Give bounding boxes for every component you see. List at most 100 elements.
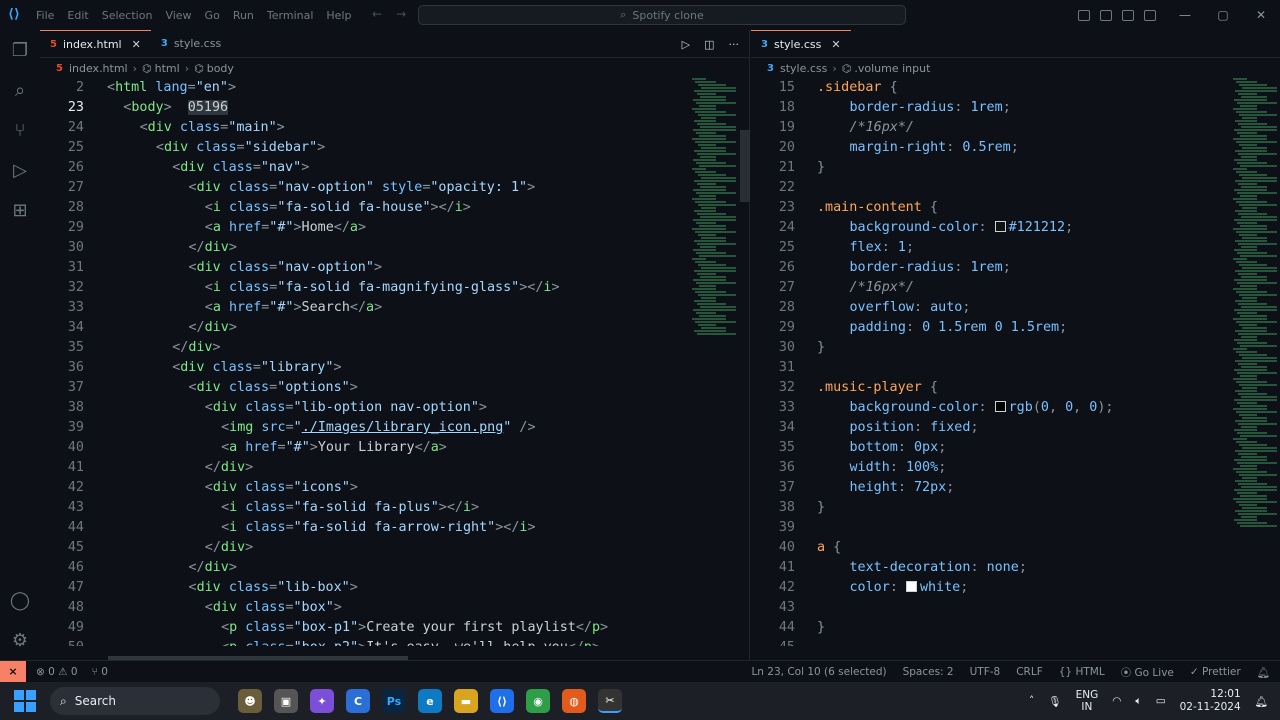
- code-line[interactable]: 34 position: fixed;: [751, 418, 1280, 438]
- code-line[interactable]: 29 <a href="#">Home</a>: [40, 218, 749, 238]
- code-line[interactable]: 20 margin-right: 0.5rem;: [751, 138, 1280, 158]
- menu-run[interactable]: Run: [233, 9, 254, 22]
- code-line[interactable]: 43: [751, 598, 1280, 618]
- file-explorer-icon[interactable]: ▬: [454, 689, 478, 713]
- notifications-bell-icon[interactable]: 🔔︎: [1257, 666, 1270, 679]
- code-line[interactable]: 18 border-radius: 1rem;: [751, 98, 1280, 118]
- code-line[interactable]: 40 <a href="#">Your Library</a>: [40, 438, 749, 458]
- code-line[interactable]: 24 background-color: #121212;: [751, 218, 1280, 238]
- code-line[interactable]: 28 <i class="fa-solid fa-house"></i>: [40, 198, 749, 218]
- breadcrumb-item[interactable]: body: [207, 62, 234, 75]
- minimap-left[interactable]: [692, 78, 740, 338]
- close-tab-icon[interactable]: ✕: [831, 38, 840, 51]
- run-debug-icon[interactable]: ▷: [0, 150, 40, 190]
- code-line[interactable]: 31: [751, 358, 1280, 378]
- menu-edit[interactable]: Edit: [67, 9, 88, 22]
- forward-arrow-icon[interactable]: →: [396, 7, 406, 21]
- copilot-icon[interactable]: ✦: [310, 689, 334, 713]
- source-control-icon[interactable]: ⑂: [0, 110, 40, 150]
- menu-view[interactable]: View: [165, 9, 191, 22]
- account-icon[interactable]: ◯: [0, 580, 40, 620]
- microphone-icon[interactable]: 🎙︎: [1048, 695, 1061, 708]
- code-line[interactable]: 47 <div class="lib-box">: [40, 578, 749, 598]
- widgets-icon[interactable]: ☻: [238, 689, 262, 713]
- minimap-right[interactable]: [1233, 78, 1280, 527]
- code-line[interactable]: 30 </div>: [40, 238, 749, 258]
- code-line[interactable]: 35 bottom: 0px;: [751, 438, 1280, 458]
- code-line[interactable]: 2 <html lang="en">: [40, 78, 749, 98]
- code-line[interactable]: 39 <img src="./Images/library_icon.png" /…: [40, 418, 749, 438]
- breadcrumb-item[interactable]: html: [155, 62, 180, 75]
- vscode-taskbar-icon[interactable]: ⟨⟩: [490, 689, 514, 713]
- code-line[interactable]: 21}: [751, 158, 1280, 178]
- customize-layout-icon[interactable]: [1144, 9, 1156, 21]
- code-line[interactable]: 23 .main-content {: [751, 198, 1280, 218]
- code-editor-html[interactable]: 2 <html lang="en"> 23 <body> 05196 24 <div cl…: [40, 78, 749, 646]
- minimize-button[interactable]: —: [1166, 8, 1204, 22]
- code-line[interactable]: 30}: [751, 338, 1280, 358]
- volume-icon[interactable]: 🔈︎: [1135, 695, 1141, 708]
- indentation[interactable]: Spaces: 2: [903, 666, 954, 678]
- code-editor-css[interactable]: 15 .sidebar {18 border-radius: 1rem; 19 /*16…: [751, 78, 1280, 646]
- search-icon[interactable]: ⌕: [0, 70, 40, 110]
- tab-style-css[interactable]: 3 style.css ✕: [751, 30, 851, 57]
- code-line[interactable]: 37 <div class="options">: [40, 378, 749, 398]
- code-line[interactable]: 45 </div>: [40, 538, 749, 558]
- code-line[interactable]: 27 <div class="nav-option" style="opacity…: [40, 178, 749, 198]
- wifi-icon[interactable]: ◠: [1112, 695, 1121, 707]
- code-line[interactable]: 25 <div class="sidebar">: [40, 138, 749, 158]
- close-window-button[interactable]: ✕: [1242, 8, 1280, 22]
- code-line[interactable]: 34 </div>: [40, 318, 749, 338]
- problems-indicator[interactable]: ⊗ 0 ⚠ 0: [36, 666, 78, 678]
- encoding[interactable]: UTF-8: [970, 666, 1001, 678]
- chrome-icon[interactable]: ◉: [526, 689, 550, 713]
- code-line[interactable]: 42 color: white;: [751, 578, 1280, 598]
- code-line[interactable]: 32 .music-player {: [751, 378, 1280, 398]
- snipping-tool-icon[interactable]: ✂: [598, 689, 622, 713]
- toggle-primary-sidebar-icon[interactable]: [1078, 9, 1090, 21]
- code-line[interactable]: 19 /*16px*/: [751, 118, 1280, 138]
- remote-indicator-icon[interactable]: ⨯: [0, 660, 26, 683]
- notification-center-icon[interactable]: 🔔︎: [1255, 695, 1268, 708]
- code-line[interactable]: 46 </div>: [40, 558, 749, 578]
- tab-index-html[interactable]: 5 index.html ✕: [40, 30, 151, 57]
- more-actions-icon[interactable]: ···: [729, 38, 740, 51]
- back-arrow-icon[interactable]: ←: [372, 7, 382, 21]
- run-icon[interactable]: ▷: [682, 38, 690, 51]
- code-line[interactable]: 22: [751, 178, 1280, 198]
- code-line[interactable]: 26 <div class="nav">: [40, 158, 749, 178]
- code-line[interactable]: 28 overflow: auto;: [751, 298, 1280, 318]
- toggle-panel-icon[interactable]: [1100, 9, 1112, 21]
- windows-start-icon[interactable]: [14, 690, 36, 712]
- code-line[interactable]: 48 <div class="box">: [40, 598, 749, 618]
- code-line[interactable]: 43 <i class="fa-solid fa-plus"></i>: [40, 498, 749, 518]
- code-line[interactable]: 41 </div>: [40, 458, 749, 478]
- battery-icon[interactable]: ▭: [1156, 695, 1166, 707]
- code-line[interactable]: 36 <div class="library">: [40, 358, 749, 378]
- vertical-scrollbar-left[interactable]: [740, 130, 750, 202]
- show-hidden-icons-icon[interactable]: ˄: [1029, 695, 1034, 707]
- extensions-icon[interactable]: ⊞: [0, 190, 40, 230]
- code-line[interactable]: 40 a {: [751, 538, 1280, 558]
- input-language[interactable]: ENG IN: [1076, 689, 1099, 713]
- maximize-button[interactable]: ▢: [1204, 8, 1242, 22]
- code-line[interactable]: 39: [751, 518, 1280, 538]
- code-line[interactable]: 49 <p class="box-p1">Create your first pl…: [40, 618, 749, 638]
- code-line[interactable]: 23 <body> 05196: [40, 98, 749, 118]
- code-line[interactable]: 50 <p class="box-p2">It's easy, we'll hel…: [40, 638, 749, 646]
- breadcrumb-item[interactable]: .volume input: [854, 62, 930, 75]
- split-editor-icon[interactable]: ◫: [704, 38, 714, 51]
- code-line[interactable]: 36 width: 100%;: [751, 458, 1280, 478]
- code-line[interactable]: 26 border-radius: 1rem;: [751, 258, 1280, 278]
- code-line[interactable]: 44 <i class="fa-solid fa-arrow-right"></i…: [40, 518, 749, 538]
- cursor-position[interactable]: Ln 23, Col 10 (6 selected): [751, 666, 886, 678]
- clock[interactable]: 12:01 02-11-2024: [1180, 688, 1241, 714]
- code-line[interactable]: 32 <i class="fa-solid fa-magnifying-glass…: [40, 278, 749, 298]
- explorer-icon[interactable]: ❐: [0, 30, 40, 70]
- language-mode[interactable]: {} HTML: [1059, 666, 1105, 678]
- code-line[interactable]: 15 .sidebar {: [751, 78, 1280, 98]
- go-live-button[interactable]: ⦿ Go Live: [1121, 665, 1174, 680]
- end-of-line[interactable]: CRLF: [1016, 666, 1043, 678]
- edge-icon[interactable]: e: [418, 689, 442, 713]
- code-line[interactable]: 29 padding: 0 1.5rem 0 1.5rem;: [751, 318, 1280, 338]
